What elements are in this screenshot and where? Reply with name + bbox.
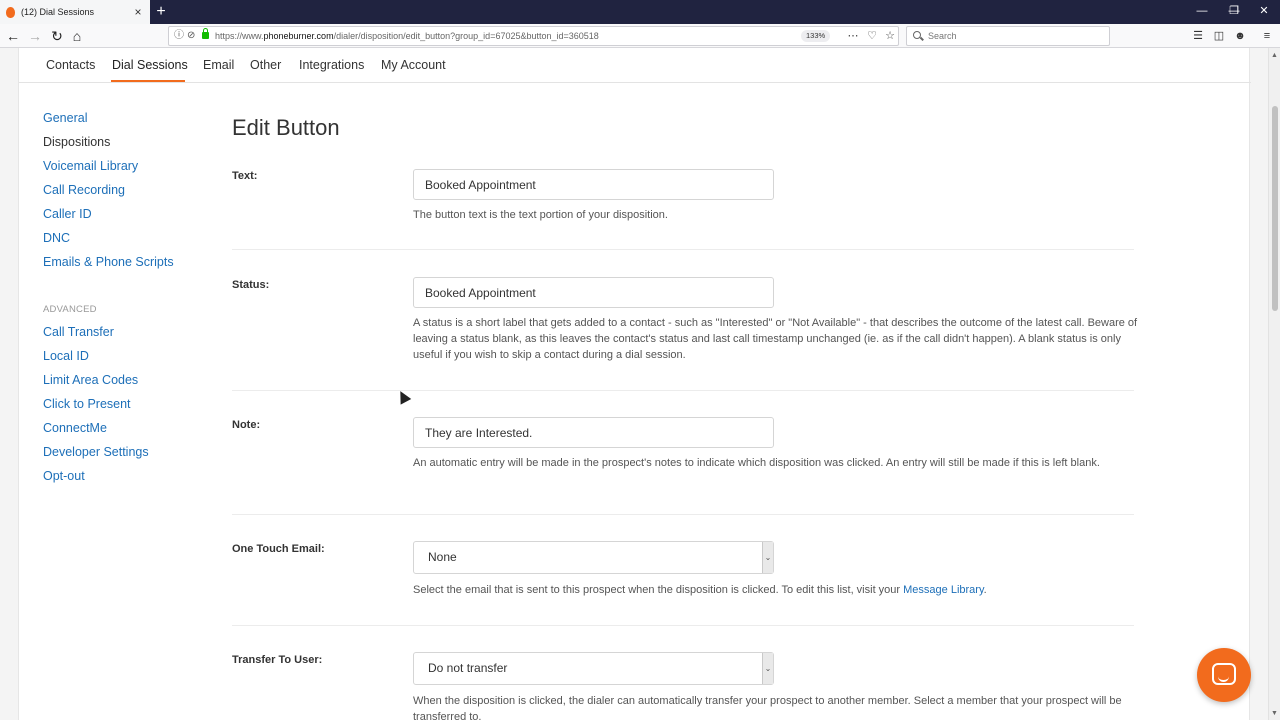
divider (232, 390, 1134, 391)
search-icon (913, 31, 921, 39)
divider (232, 625, 1134, 626)
nav-email[interactable]: Email (203, 58, 234, 72)
page-title: Edit Button (232, 115, 340, 140)
sidebar-item-connectme[interactable]: ConnectMe (43, 421, 107, 435)
sidebar-item-local-id[interactable]: Local ID (43, 349, 89, 363)
message-library-link[interactable]: Message Library (903, 584, 984, 596)
sidebar-toggle-icon[interactable]: ◫ (1211, 27, 1227, 45)
nav-other[interactable]: Other (250, 58, 281, 72)
url-domain: phoneburner.com (263, 31, 334, 41)
scroll-up-icon[interactable]: ▲ (1271, 52, 1278, 59)
sidebar-item-emails-phone-scripts[interactable]: Emails & Phone Scripts (43, 255, 174, 269)
nav-my-account[interactable]: My Account (381, 58, 446, 72)
pocket-icon[interactable]: ♡ (865, 27, 879, 45)
browser-toolbar: ← → ↻ ⌂ ⓘ ⊘ https://www.phoneburner.com/… (0, 24, 1280, 48)
library-icon[interactable]: ☰ (1190, 27, 1206, 45)
chevron-down-icon[interactable]: ⌄ (762, 542, 773, 573)
forward-arrow-icon[interactable]: → (26, 27, 44, 45)
restore-button[interactable]: ❐ (1218, 0, 1250, 24)
url-prefix: https://www. (215, 31, 264, 41)
browser-tab-strip: (12) Dial Sessions × + — (0, 0, 1280, 24)
status-input[interactable] (413, 277, 774, 308)
sidebar-item-voicemail-library[interactable]: Voicemail Library (43, 159, 138, 173)
phoneburner-favicon-icon (6, 6, 15, 18)
active-nav-indicator (111, 80, 185, 82)
sidebar-item-limit-area-codes[interactable]: Limit Area Codes (43, 373, 138, 387)
url-text[interactable]: https://www.phoneburner.com/dialer/dispo… (215, 27, 599, 45)
reload-icon[interactable]: ↻ (48, 27, 66, 45)
menu-icon[interactable]: ≡ (1259, 27, 1275, 45)
sidebar-item-call-transfer[interactable]: Call Transfer (43, 325, 114, 339)
one-touch-email-value: None (428, 550, 457, 564)
transfer-to-user-label: Transfer To User: (232, 654, 323, 666)
sidebar-section-advanced: ADVANCED (43, 304, 97, 315)
search-bar[interactable]: Search (906, 26, 1110, 46)
one-touch-email-label: One Touch Email: (232, 543, 325, 555)
chat-launcher-button[interactable] (1197, 648, 1251, 702)
bookmark-star-icon[interactable]: ☆ (883, 27, 897, 45)
sidebar-item-call-recording[interactable]: Call Recording (43, 183, 125, 197)
one-touch-email-help-end: . (983, 584, 987, 596)
new-tab-button[interactable]: + (153, 2, 169, 22)
content-card: Contacts Dial Sessions Email Other Integ… (18, 48, 1251, 720)
sidebar-item-caller-id[interactable]: Caller ID (43, 207, 92, 221)
page-scrollbar[interactable]: ▲ ▼ (1268, 48, 1280, 720)
sidebar-item-dispositions[interactable]: Dispositions (43, 135, 110, 149)
tab-close-icon[interactable]: × (132, 5, 144, 19)
note-label: Note: (232, 419, 261, 431)
transfer-to-user-value: Do not transfer (428, 661, 508, 675)
nav-contacts[interactable]: Contacts (46, 58, 95, 72)
sidebar-item-developer-settings[interactable]: Developer Settings (43, 445, 149, 459)
note-input[interactable] (413, 417, 774, 448)
home-icon[interactable]: ⌂ (68, 27, 86, 45)
divider (232, 249, 1134, 250)
search-placeholder: Search (928, 31, 957, 41)
status-help: A status is a short label that gets adde… (413, 317, 1138, 361)
transfer-to-user-select[interactable]: Do not transfer ⌄ (413, 652, 774, 685)
sidebar-item-dnc[interactable]: DNC (43, 231, 70, 245)
text-label: Text: (232, 170, 258, 182)
sidebar-item-click-to-present[interactable]: Click to Present (43, 397, 131, 411)
info-icon[interactable]: ⓘ (174, 27, 184, 45)
status-label: Status: (232, 279, 270, 291)
note-help: An automatic entry will be made in the p… (413, 457, 1100, 469)
scrollbar-thumb[interactable] (1272, 106, 1278, 311)
sidebar-item-general[interactable]: General (43, 111, 87, 125)
one-touch-email-help: Select the email that is sent to this pr… (413, 582, 1143, 598)
sidebar-item-opt-out[interactable]: Opt-out (43, 469, 85, 483)
one-touch-email-select[interactable]: None ⌄ (413, 541, 774, 574)
top-navigation: Contacts Dial Sessions Email Other Integ… (19, 48, 1251, 83)
scroll-down-icon[interactable]: ▼ (1271, 710, 1278, 717)
minimize-button[interactable]: — (1186, 0, 1218, 24)
chat-bubble-icon (1212, 663, 1236, 685)
nav-dial-sessions[interactable]: Dial Sessions (112, 58, 188, 72)
browser-tab[interactable]: (12) Dial Sessions × (0, 0, 150, 24)
divider (232, 514, 1134, 515)
url-bar[interactable]: ⓘ ⊘ https://www.phoneburner.com/dialer/d… (168, 26, 899, 46)
account-icon[interactable]: ☻ (1232, 27, 1248, 45)
chevron-down-icon[interactable]: ⌄ (762, 653, 773, 684)
page-viewport: Contacts Dial Sessions Email Other Integ… (0, 48, 1268, 720)
lock-icon[interactable] (202, 28, 209, 39)
close-window-button[interactable]: ✕ (1248, 0, 1280, 24)
zoom-level-badge[interactable]: 133% (801, 30, 831, 42)
back-arrow-icon[interactable]: ← (4, 27, 22, 45)
one-touch-email-help-text: Select the email that is sent to this pr… (413, 584, 904, 596)
tracking-protection-icon[interactable]: ⊘ (187, 27, 195, 45)
button-text-input[interactable] (413, 169, 774, 200)
url-path: /dialer/disposition/edit_button?group_id… (333, 31, 599, 41)
page-actions-icon[interactable]: ⋯ (846, 27, 860, 45)
tab-title: (12) Dial Sessions (21, 7, 95, 17)
text-help: The button text is the text portion of y… (413, 209, 668, 221)
nav-integrations[interactable]: Integrations (299, 58, 364, 72)
transfer-to-user-help: When the disposition is clicked, the dia… (413, 695, 1122, 720)
